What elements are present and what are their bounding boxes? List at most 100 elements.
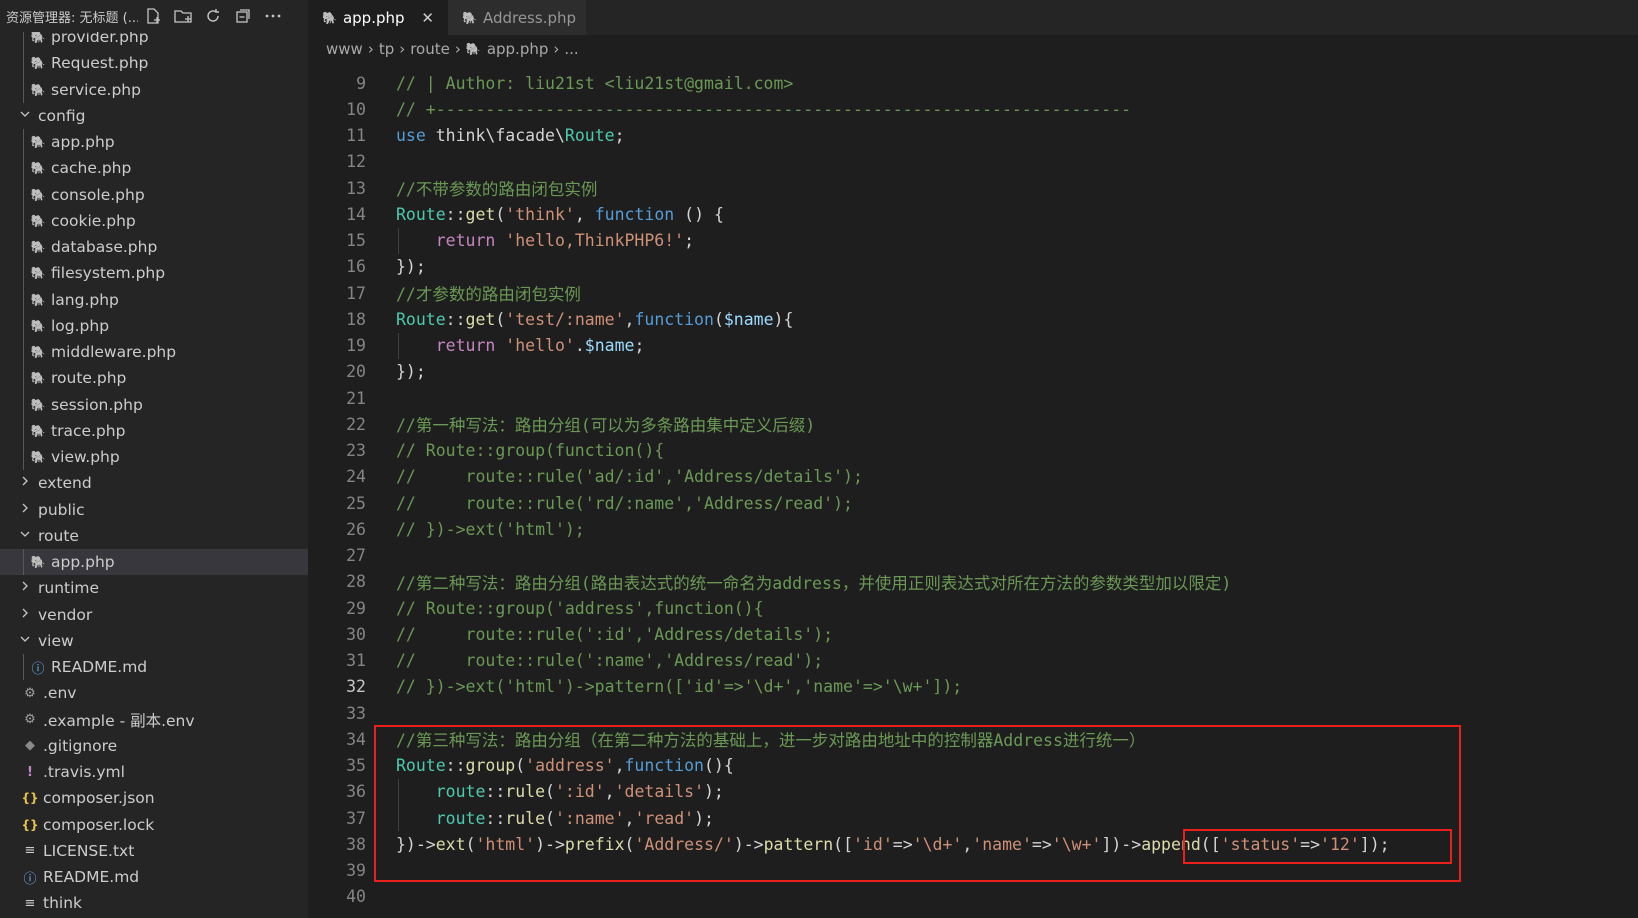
indent-guide <box>23 444 24 471</box>
breadcrumb-symbols[interactable]: ... <box>564 40 578 58</box>
code-line[interactable]: 21 <box>308 385 1638 411</box>
tree-item[interactable]: 🐘 app.php <box>0 129 308 156</box>
php-file-icon: 🐘 <box>30 423 46 438</box>
tree-item[interactable]: view <box>0 628 308 654</box>
chevron-right-icon[interactable] <box>16 607 34 623</box>
new-file-icon[interactable] <box>138 0 168 32</box>
indent-guide <box>23 207 24 234</box>
code-line[interactable]: 19 return 'hello'.$name; <box>308 332 1638 359</box>
code-line[interactable]: 18 Route::get('test/:name',function($name… <box>308 306 1638 332</box>
tree-item[interactable]: 🐘 cache.php <box>0 155 308 182</box>
more-icon[interactable] <box>258 0 288 32</box>
code-line[interactable]: 12 <box>308 149 1638 175</box>
code-line[interactable]: 23 // Route::group(function(){ <box>308 438 1638 464</box>
tree-item[interactable]: 🐘 database.php <box>0 234 308 261</box>
chevron-down-icon[interactable] <box>16 108 34 124</box>
chevron-right-icon[interactable] <box>16 580 34 596</box>
tree-item[interactable]: 🐘 view.php <box>0 444 308 471</box>
breadcrumb-tp[interactable]: tp <box>379 40 394 58</box>
code-line[interactable]: 24 // route::rule('ad/:id','Address/detai… <box>308 464 1638 490</box>
code-token: ( <box>495 204 506 224</box>
tree-item[interactable]: 🐘 service.php <box>0 76 308 103</box>
code-line[interactable]: 11 use think\facade\Route; <box>308 123 1638 149</box>
code-token: Route <box>396 204 446 224</box>
code-line[interactable]: 33 <box>308 700 1638 726</box>
tree-item[interactable]: {} composer.lock <box>0 812 308 838</box>
breadcrumb-www[interactable]: www <box>326 40 363 58</box>
code-line[interactable]: 25 // route::rule('rd/:name','Address/rea… <box>308 490 1638 516</box>
tree-item[interactable]: 🐘 app.php <box>0 549 308 576</box>
code-line[interactable]: 16}); <box>308 254 1638 280</box>
tree-item[interactable]: 🐘 Request.php <box>0 50 308 77</box>
tree-item[interactable]: ⚙ .env <box>0 680 308 706</box>
tree-item[interactable]: ◆ .gitignore <box>0 733 308 759</box>
tab-address-php[interactable]: 🐘 Address.php <box>448 0 586 35</box>
tree-item[interactable]: ⚙ .example - 副本.env <box>0 707 308 733</box>
code-line[interactable]: 26 // })->ext('html'); <box>308 516 1638 542</box>
chevron-right-icon: › <box>399 40 406 58</box>
code-line[interactable]: 31 // route::rule(':name','Address/read')… <box>308 648 1638 674</box>
breadcrumb-file[interactable]: app.php <box>487 40 549 58</box>
code-line[interactable]: 32 // })->ext('html')->pattern(['id'=>'\d… <box>308 674 1638 700</box>
code-line[interactable]: 10 // +----------------------------------… <box>308 96 1638 122</box>
code-token: , <box>624 309 635 329</box>
tree-item[interactable]: ⓘ README.md <box>0 654 308 681</box>
tree-item[interactable]: runtime <box>0 575 308 601</box>
code-line[interactable]: 9 // | Author: liu21st <liu21st@gmail.com… <box>308 70 1638 96</box>
chevron-right-icon[interactable] <box>16 502 34 518</box>
code-line[interactable]: 15 return 'hello,ThinkPHP6!'; <box>308 227 1638 254</box>
tree-item[interactable]: ! .travis.yml <box>0 759 308 785</box>
breadcrumb-route[interactable]: route <box>410 40 450 58</box>
chevron-down-icon[interactable] <box>16 528 34 544</box>
tree-item-label: cookie.php <box>51 211 136 230</box>
tree-item[interactable]: 🐘 session.php <box>0 391 308 418</box>
tree-item[interactable]: config <box>0 103 308 129</box>
info-icon: ⓘ <box>23 871 37 887</box>
tree-item[interactable]: vendor <box>0 602 308 628</box>
new-folder-icon[interactable] <box>168 0 198 32</box>
chevron-down-icon[interactable] <box>16 633 34 649</box>
tree-item[interactable]: ⓘ README.md <box>0 864 308 890</box>
code-token: :: <box>445 204 466 224</box>
tree-item[interactable]: ≡ LICENSE.txt <box>0 838 308 864</box>
code-line[interactable]: 40 <box>308 884 1638 910</box>
tree-item[interactable]: extend <box>0 470 308 496</box>
code-line[interactable]: 30 // route::rule(':id','Address/details'… <box>308 621 1638 647</box>
indent-guide <box>23 234 24 261</box>
tree-item[interactable]: {} composer.json <box>0 785 308 811</box>
code-text: // })->ext('html'); <box>396 520 585 539</box>
code-line[interactable]: 20}); <box>308 359 1638 385</box>
code-line[interactable]: 17 //才参数的路由闭包实例 <box>308 280 1638 306</box>
tree-item-label: README.md <box>51 658 148 677</box>
tree-item[interactable]: 🐘 log.php <box>0 312 308 339</box>
code-line[interactable]: 22 //第一种写法：路由分组(可以为多条路由集中定义后缀) <box>308 411 1638 437</box>
code-line[interactable]: 27 <box>308 543 1638 569</box>
tree-item[interactable]: 🐘 filesystem.php <box>0 260 308 287</box>
tree-item[interactable]: ≡ think <box>0 890 308 916</box>
code-text: // | Author: liu21st <liu21st@gmail.com> <box>396 74 793 93</box>
tree-item[interactable]: 🐘 trace.php <box>0 417 308 444</box>
code-token: // route::rule(':id','Address/details'); <box>396 624 834 644</box>
tree-item[interactable]: route <box>0 523 308 549</box>
tree-item[interactable]: 🐘 console.php <box>0 181 308 208</box>
tree-item[interactable]: 🐘 middleware.php <box>0 339 308 366</box>
chevron-right-icon[interactable] <box>16 475 34 491</box>
tree-item[interactable]: public <box>0 497 308 523</box>
code-line[interactable]: 13 //不带参数的路由闭包实例 <box>308 175 1638 201</box>
tree-item[interactable]: 🐘 lang.php <box>0 286 308 313</box>
tree-item-label: log.php <box>51 316 110 335</box>
refresh-icon[interactable] <box>198 0 228 32</box>
tab-app-php[interactable]: 🐘 app.php ✕ <box>308 0 448 35</box>
code-text: Route::get('test/:name',function($name){ <box>396 310 793 329</box>
explorer-header: 资源管理器: 无标题 (... <box>0 0 308 32</box>
close-icon[interactable]: ✕ <box>421 9 434 27</box>
code-token: //才参数的路由闭包实例 <box>396 285 581 305</box>
code-token: use <box>396 126 426 146</box>
tree-item[interactable]: 🐘 route.php <box>0 365 308 392</box>
code-line[interactable]: 29 // Route::group('address',function(){ <box>308 595 1638 621</box>
tree-item[interactable]: 🐘 cookie.php <box>0 207 308 234</box>
tree-item-label: route.php <box>51 369 127 388</box>
code-line[interactable]: 14 Route::get('think', function () { <box>308 201 1638 227</box>
code-line[interactable]: 28 //第二种写法：路由分组(路由表达式的统一命名为address，并使用正则表… <box>308 569 1638 595</box>
collapse-all-icon[interactable] <box>228 0 258 32</box>
